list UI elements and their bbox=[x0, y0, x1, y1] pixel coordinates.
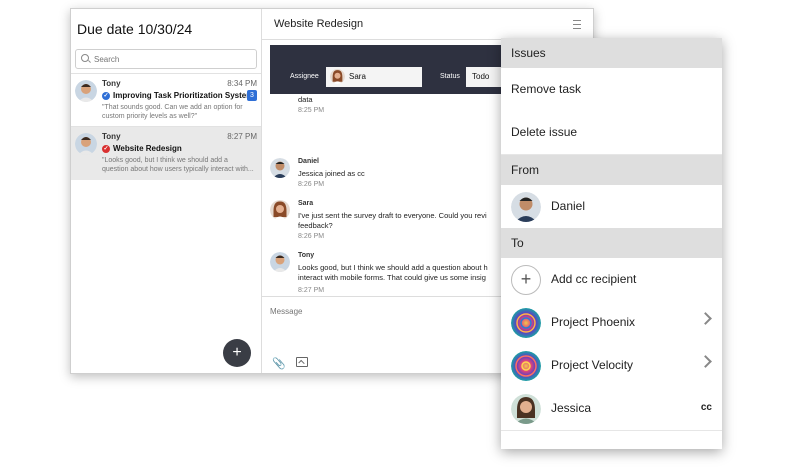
thread-preview: "Looks good, but I think we should add a… bbox=[102, 157, 254, 173]
avatar-tony bbox=[75, 80, 97, 102]
check-icon: ✓ bbox=[102, 91, 110, 100]
to-header-label: To bbox=[511, 236, 524, 250]
avatar-daniel bbox=[270, 158, 290, 178]
avatar-sara bbox=[330, 69, 345, 84]
project-velocity-avatar bbox=[511, 351, 541, 381]
thread-sender: Tony bbox=[102, 79, 121, 88]
to-section-header: To bbox=[501, 228, 722, 258]
recipient-name: Project Phoenix bbox=[551, 315, 636, 329]
recipient-project-phoenix[interactable]: Project Phoenix bbox=[501, 301, 722, 345]
issues-section-header: Issues bbox=[501, 38, 722, 68]
recipient-name: Jessica bbox=[551, 401, 592, 415]
message-time: 8:26 PM bbox=[298, 233, 325, 240]
thread-subject: ✓ Improving Task Prioritization System bbox=[102, 91, 253, 100]
status-value: Todo bbox=[472, 72, 490, 81]
chevron-right-icon bbox=[699, 355, 712, 368]
conversation-title: Website Redesign bbox=[274, 18, 364, 30]
cc-tag: cc bbox=[700, 402, 712, 413]
conversation-header: Website Redesign bbox=[262, 9, 593, 40]
thread-item-selected[interactable]: Tony 8:27 PM ✓ Website Redesign "Looks go… bbox=[71, 126, 261, 180]
message-time: 8:26 PM bbox=[298, 181, 325, 188]
message-sender: Daniel bbox=[298, 158, 320, 165]
issues-header-label: Issues bbox=[511, 46, 546, 60]
add-cc-item[interactable]: + Add cc recipient bbox=[501, 258, 722, 302]
thread-preview: "That sounds good. Can we add an option … bbox=[102, 104, 243, 120]
search-input[interactable] bbox=[92, 52, 246, 67]
check-icon: ✓ bbox=[102, 144, 110, 153]
menu-icon[interactable] bbox=[573, 20, 581, 29]
unread-badge: 3 bbox=[247, 90, 257, 101]
assignee-label: Assignee bbox=[290, 73, 319, 80]
remove-task-item[interactable]: Remove task bbox=[501, 68, 722, 112]
image-icon[interactable] bbox=[296, 357, 308, 367]
plus-icon: + bbox=[511, 265, 541, 295]
thread-subject-text: Website Redesign bbox=[113, 144, 182, 153]
thread-time: 8:34 PM bbox=[227, 79, 257, 88]
avatar-jessica bbox=[511, 394, 541, 424]
remove-task-label: Remove task bbox=[511, 82, 582, 96]
from-name: Daniel bbox=[551, 199, 586, 213]
assignee-name: Sara bbox=[349, 72, 366, 81]
message-sender: Sara bbox=[298, 200, 314, 207]
thread-time: 8:27 PM bbox=[227, 132, 257, 141]
add-cc-label: Add cc recipient bbox=[551, 272, 637, 286]
chevron-right-icon bbox=[699, 312, 712, 325]
recipient-project-velocity[interactable]: Project Velocity bbox=[501, 344, 722, 388]
thread-item[interactable]: Tony 8:34 PM ✓ Improving Task Prioritizat… bbox=[71, 73, 261, 127]
avatar-tony bbox=[75, 133, 97, 155]
search-box[interactable] bbox=[75, 49, 257, 69]
message-sender: Tony bbox=[298, 252, 315, 259]
avatar-daniel bbox=[511, 192, 541, 222]
from-header-label: From bbox=[511, 163, 539, 177]
from-section-header: From bbox=[501, 155, 722, 185]
search-icon bbox=[81, 54, 89, 62]
project-phoenix-avatar bbox=[511, 308, 541, 338]
delete-issue-item[interactable]: Delete issue bbox=[501, 111, 722, 155]
thread-sender: Tony bbox=[102, 132, 121, 141]
attachment-icon[interactable]: 📎 bbox=[272, 357, 286, 370]
message-time: 8:25 PM bbox=[298, 107, 325, 114]
new-thread-button[interactable]: + bbox=[223, 339, 251, 367]
avatar-sara bbox=[270, 200, 290, 220]
from-daniel-item[interactable]: Daniel bbox=[501, 185, 722, 229]
message-time: 8:27 PM bbox=[298, 287, 325, 294]
avatar-tony bbox=[270, 252, 290, 272]
delete-issue-label: Delete issue bbox=[511, 125, 578, 139]
status-select[interactable]: Todo bbox=[466, 67, 506, 87]
message-input[interactable] bbox=[268, 305, 492, 329]
issue-actions-panel: Issues Remove task Delete issue From Dan… bbox=[501, 38, 722, 449]
status-label: Status bbox=[440, 73, 460, 80]
thread-subject: ✓ Website Redesign bbox=[102, 144, 182, 153]
thread-subject-text: Improving Task Prioritization System bbox=[113, 91, 254, 100]
thread-list-pane: Due date 10/30/24 Tony 8:34 PM ✓Improvin… bbox=[71, 9, 262, 373]
recipient-jessica[interactable]: Jessica cc bbox=[501, 387, 722, 431]
recipient-name: Project Velocity bbox=[551, 358, 634, 372]
assignee-select[interactable]: Sara bbox=[326, 67, 422, 87]
due-date-title: Due date 10/30/24 bbox=[77, 21, 193, 37]
